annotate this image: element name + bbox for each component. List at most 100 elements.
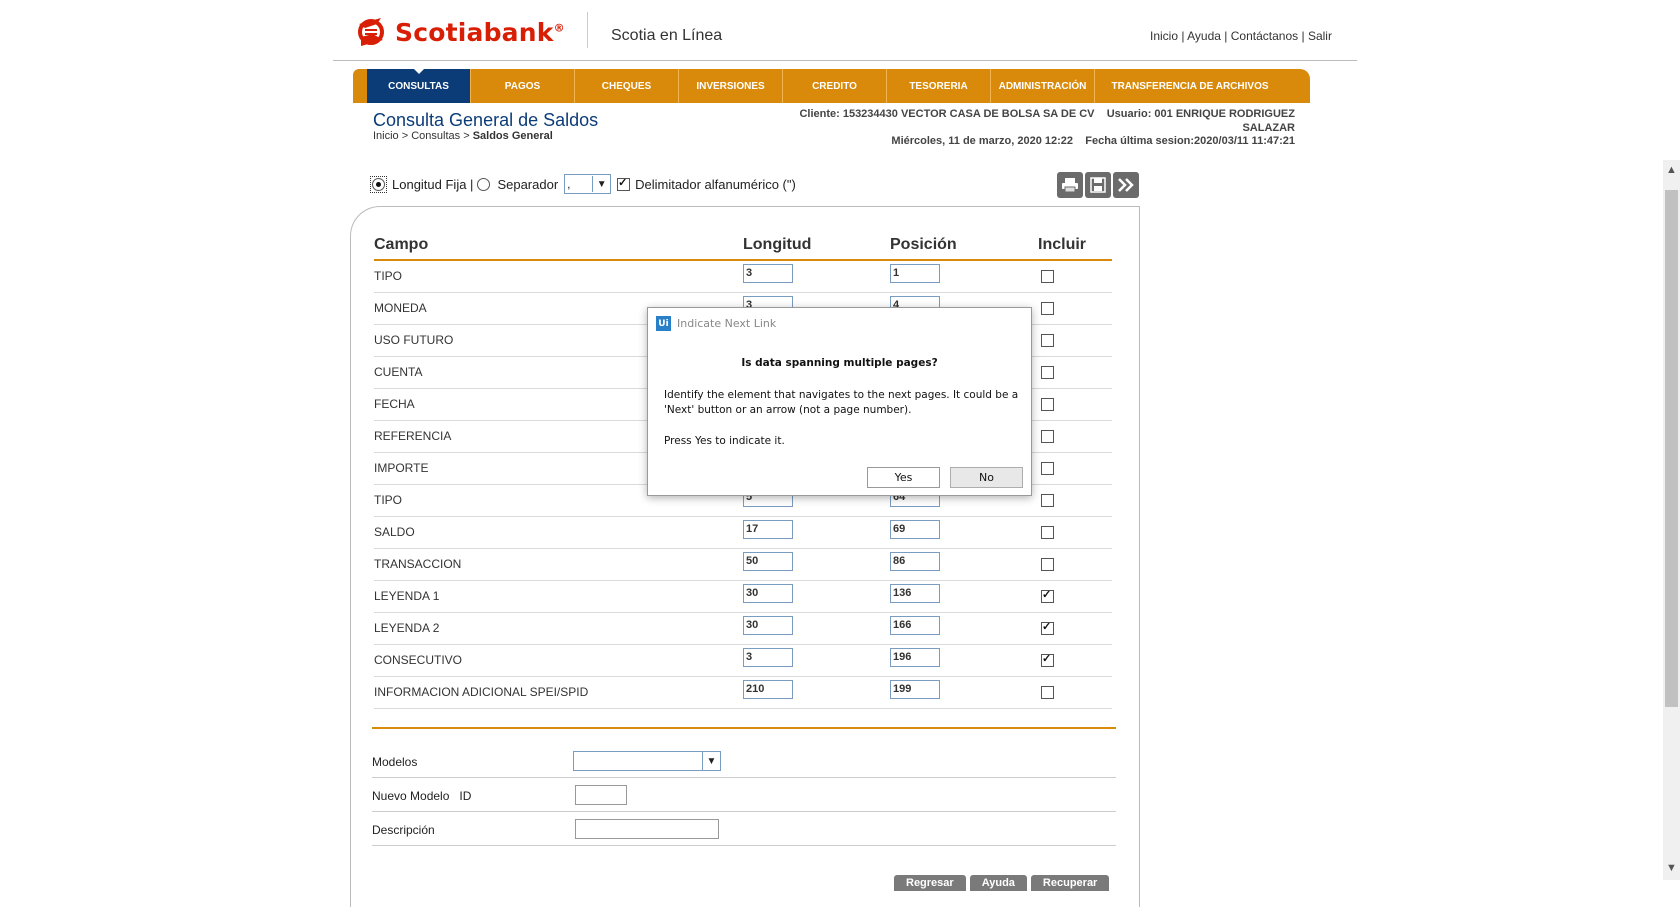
separador-label: Separador (497, 176, 559, 192)
incluir-checkbox[interactable] (1041, 558, 1054, 571)
incluir-checkbox[interactable] (1041, 462, 1054, 475)
link-salir[interactable]: Salir (1308, 29, 1332, 43)
incluir-checkbox[interactable] (1041, 398, 1054, 411)
longitud-input[interactable]: 17 (743, 520, 793, 539)
incluir-checkbox[interactable] (1041, 366, 1054, 379)
modelos-label: Modelos (372, 755, 418, 769)
last-session-label: Fecha última sesion:2020/03/11 11:47:21 (1085, 135, 1295, 147)
table-row: INFORMACION ADICIONAL SPEI/SPID 210 199 (374, 677, 1112, 709)
delimitador-checkbox[interactable] (617, 176, 631, 191)
action-buttons: Regresar Ayuda Recuperar (894, 875, 1110, 891)
campo-label: TIPO (374, 269, 403, 283)
date-label: Miércoles, 11 de marzo, 2020 12:22 (891, 135, 1074, 147)
incluir-checkbox[interactable] (1041, 430, 1054, 443)
incluir-checkbox[interactable] (1041, 652, 1054, 667)
brand-name: Scotiabank® (395, 17, 565, 47)
table-row: CONSECUTIVO 3 196 (374, 645, 1112, 677)
tab-pagos[interactable]: PAGOS (471, 69, 575, 103)
link-inicio[interactable]: Inicio (1150, 29, 1178, 43)
recuperar-button[interactable]: Recuperar (1030, 875, 1110, 891)
scroll-down-icon[interactable]: ▼ (1663, 862, 1680, 878)
tab-inversiones[interactable]: INVERSIONES (679, 69, 783, 103)
breadcrumb-consultas[interactable]: Consultas (411, 130, 460, 142)
posicion-input[interactable]: 196 (890, 648, 940, 667)
incluir-checkbox[interactable] (1041, 588, 1054, 603)
separador-select[interactable]: , ▼ (564, 174, 612, 194)
client-info: Cliente: 153234430 VECTOR CASA DE BOLSA … (735, 108, 1295, 149)
double-chevron-right-icon[interactable] (1113, 172, 1139, 198)
campo-label: SALDO (374, 525, 415, 539)
client-label: Cliente: 153234430 VECTOR CASA DE BOLSA … (799, 108, 1095, 120)
dialog-title: Indicate Next Link (677, 317, 777, 330)
modelos-select[interactable]: ▼ (573, 751, 721, 771)
incluir-checkbox[interactable] (1041, 526, 1054, 539)
longitud-input[interactable]: 30 (743, 584, 793, 603)
longitud-input[interactable]: 3 (743, 648, 793, 667)
header-incluir: Incluir (1038, 236, 1087, 253)
scroll-up-icon[interactable]: ▲ (1663, 164, 1680, 180)
incluir-checkbox[interactable] (1041, 620, 1054, 635)
campo-label: TRANSACCION (374, 557, 462, 571)
dialog-instruction: Press Yes to indicate it. (664, 435, 785, 447)
tab-administracion[interactable]: ADMINISTRACIÓN (991, 69, 1095, 103)
regresar-button[interactable]: Regresar (894, 875, 966, 891)
link-ayuda[interactable]: Ayuda (1187, 29, 1221, 43)
longitud-input[interactable]: 3 (743, 264, 793, 283)
breadcrumb-inicio[interactable]: Inicio (373, 130, 399, 142)
incluir-checkbox[interactable] (1041, 494, 1054, 507)
breadcrumb-current: Saldos General (472, 130, 553, 142)
user-label: Usuario: 001 ENRIQUE RODRIGUEZ (1106, 108, 1295, 120)
incluir-checkbox[interactable] (1041, 334, 1054, 347)
yes-button[interactable]: Yes (867, 467, 940, 488)
incluir-checkbox[interactable] (1041, 302, 1054, 315)
tab-consultas[interactable]: CONSULTAS (367, 69, 471, 103)
posicion-input[interactable]: 86 (890, 552, 940, 571)
longitud-fija-radio[interactable] (372, 177, 385, 191)
tab-transferencia-archivos[interactable]: TRANSFERENCIA DE ARCHIVOS (1095, 69, 1285, 103)
table-row: LEYENDA 2 30 166 (374, 613, 1112, 645)
nuevo-modelo-id-input[interactable] (575, 785, 627, 805)
scroll-thumb[interactable] (1665, 190, 1678, 707)
section-divider (372, 727, 1116, 729)
tab-cheques[interactable]: CHEQUES (575, 69, 679, 103)
save-icon[interactable] (1085, 172, 1111, 198)
modelos-row: Modelos ▼ (372, 744, 1116, 778)
posicion-input[interactable]: 166 (890, 616, 940, 635)
posicion-input[interactable]: 1 (890, 264, 940, 283)
longitud-fija-label: Longitud Fija | (392, 176, 474, 192)
uipath-logo-icon: Ui (656, 316, 671, 331)
table-row: SALDO 17 69 (374, 517, 1112, 549)
ayuda-button[interactable]: Ayuda (969, 875, 1027, 891)
campo-label: TIPO (374, 493, 403, 507)
chevron-down-icon: ▼ (702, 752, 720, 770)
page-title: Consulta General de Saldos (373, 110, 599, 130)
main-nav: CONSULTAS PAGOS CHEQUES INVERSIONES CRED… (353, 69, 1310, 103)
descripcion-row: Descripción (372, 812, 1116, 846)
campo-label: REFERENCIA (374, 429, 452, 443)
table-row: TRANSACCION 50 86 (374, 549, 1112, 581)
no-button[interactable]: No (950, 467, 1023, 488)
incluir-checkbox[interactable] (1041, 270, 1054, 283)
link-contactanos[interactable]: Contáctanos (1231, 29, 1298, 43)
posicion-input[interactable]: 136 (890, 584, 940, 603)
print-icon[interactable] (1057, 172, 1083, 198)
posicion-input[interactable]: 69 (890, 520, 940, 539)
scotiabank-logo[interactable]: Scotiabank® (355, 14, 565, 50)
nav-left-cap (353, 69, 367, 103)
campo-label: LEYENDA 2 (374, 621, 440, 635)
dialog-heading: Is data spanning multiple pages? (741, 357, 938, 369)
campo-label: INFORMACION ADICIONAL SPEI/SPID (374, 685, 589, 699)
longitud-input[interactable]: 30 (743, 616, 793, 635)
tab-credito[interactable]: CREDITO (783, 69, 887, 103)
descripcion-input[interactable] (575, 819, 719, 839)
longitud-input[interactable]: 50 (743, 552, 793, 571)
separador-radio[interactable] (477, 177, 491, 191)
incluir-checkbox[interactable] (1041, 686, 1054, 699)
longitud-input[interactable]: 210 (743, 680, 793, 699)
toolbar-icons (1057, 172, 1139, 198)
indicate-next-link-dialog: Ui Indicate Next Link Is data spanning m… (647, 307, 1032, 496)
vertical-scrollbar[interactable]: ▲ ▼ (1663, 160, 1680, 880)
tab-tesoreria[interactable]: TESORERIA (887, 69, 991, 103)
separador-value: , (567, 177, 571, 191)
posicion-input[interactable]: 199 (890, 680, 940, 699)
